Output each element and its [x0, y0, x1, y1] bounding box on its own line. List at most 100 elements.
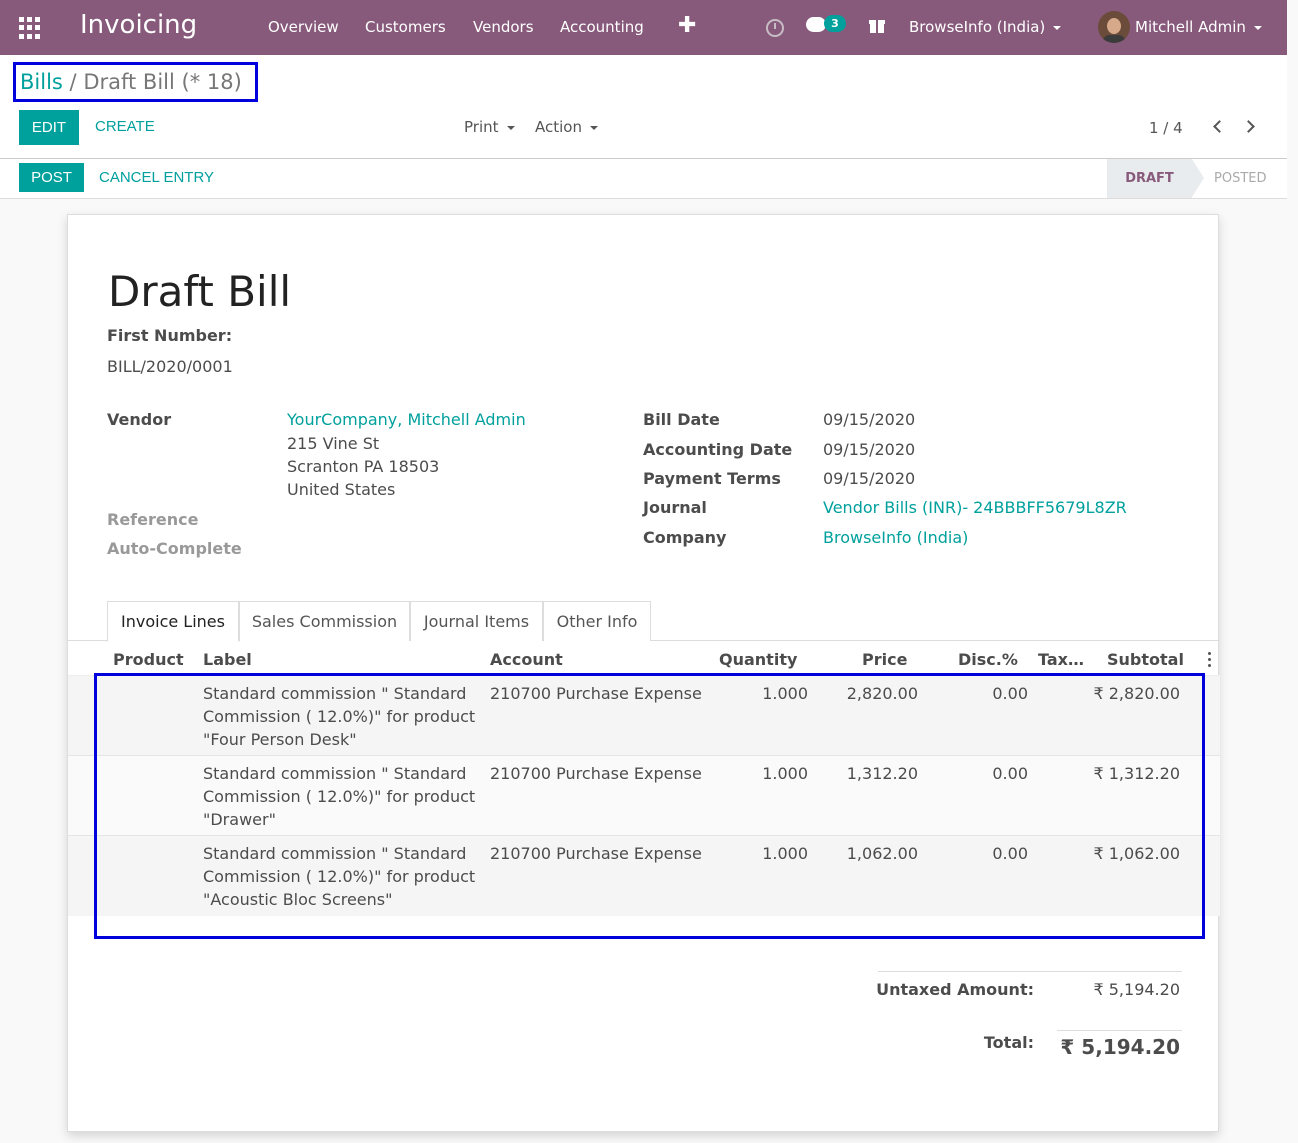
menu-overview[interactable]: Overview [268, 18, 339, 36]
vendor-label: Vendor [107, 410, 172, 429]
chevron-down-icon [506, 125, 515, 130]
untaxed-amount-value: ₹ 5,194.20 [1093, 980, 1180, 999]
first-number-label: First Number: [107, 326, 233, 345]
col-account[interactable]: Account [490, 650, 563, 669]
bill-date-value: 09/15/2020 [823, 410, 916, 429]
row-label-line: "Drawer" [203, 810, 276, 829]
chevron-down-icon [1253, 25, 1262, 30]
row-disc: 0.00 [992, 764, 1028, 783]
chat-icon[interactable] [806, 17, 826, 32]
totals-divider [878, 971, 1182, 972]
company-link[interactable]: BrowseInfo (India) [823, 528, 968, 547]
row-quantity: 1.000 [762, 684, 808, 703]
journal-label: Journal [643, 498, 707, 517]
col-disc[interactable]: Disc.% [958, 650, 1018, 669]
row-label-line: Commission ( 12.0%)" for product [203, 707, 476, 726]
row-subtotal: ₹ 2,820.00 [1093, 684, 1180, 703]
untaxed-amount-label: Untaxed Amount: [876, 980, 1034, 999]
edit-button[interactable]: EDIT [19, 110, 79, 145]
col-price[interactable]: Price [862, 650, 907, 669]
menu-customers[interactable]: Customers [365, 18, 446, 36]
col-tax[interactable]: Tax… [1038, 650, 1084, 669]
first-number-value: BILL/2020/0001 [107, 357, 233, 376]
table-row[interactable]: Standard commission " Standard Commissio… [68, 676, 1220, 756]
tab-sales-commission[interactable]: Sales Commission [239, 601, 410, 641]
chat-count-badge: 3 [824, 15, 846, 32]
row-label-line: Standard commission " Standard [203, 844, 467, 863]
avatar[interactable] [1098, 11, 1130, 43]
gift-icon[interactable] [869, 17, 885, 33]
row-label: Standard commission " Standard Commissio… [203, 762, 475, 831]
app-brand[interactable]: Invoicing [80, 10, 197, 40]
chevron-right-icon[interactable] [1243, 117, 1255, 135]
print-label: Print [464, 118, 499, 136]
breadcrumb: Bills / Draft Bill (* 18) [20, 70, 242, 94]
action-label: Action [535, 118, 582, 136]
apps-menu-icon[interactable] [19, 17, 41, 39]
col-product[interactable]: Product [113, 650, 184, 669]
breadcrumb-separator: / [69, 70, 77, 94]
company-switcher[interactable]: BrowseInfo (India) [909, 18, 1062, 36]
chevron-left-icon[interactable] [1211, 117, 1223, 135]
chevron-down-icon [1053, 25, 1062, 30]
payment-terms-value: 09/15/2020 [823, 469, 916, 488]
status-draft[interactable]: DRAFT [1107, 159, 1204, 198]
row-price: 2,820.00 [846, 684, 918, 703]
menu-accounting[interactable]: Accounting [560, 18, 644, 36]
row-label-line: Commission ( 12.0%)" for product [203, 787, 476, 806]
row-label-line: Commission ( 12.0%)" for product [203, 867, 476, 886]
status-bar: POST CANCEL ENTRY DRAFT POSTED [0, 159, 1287, 199]
breadcrumb-bills-link[interactable]: Bills [20, 70, 63, 94]
table-row[interactable]: Standard commission " Standard Commissio… [68, 756, 1220, 836]
row-disc: 0.00 [992, 684, 1028, 703]
user-name-label: Mitchell Admin [1135, 18, 1246, 36]
column-options-kebab-icon[interactable] [1208, 652, 1212, 668]
status-posted[interactable]: POSTED [1214, 159, 1267, 198]
tab-invoice-lines[interactable]: Invoice Lines [107, 601, 239, 642]
top-navbar: Invoicing Overview Customers Vendors Acc… [0, 0, 1287, 55]
cancel-entry-button[interactable]: CANCEL ENTRY [99, 169, 214, 186]
col-subtotal[interactable]: Subtotal [1107, 650, 1184, 669]
reference-label: Reference [107, 510, 199, 529]
table-row[interactable]: Standard commission " Standard Commissio… [68, 836, 1220, 916]
company-switcher-label: BrowseInfo (India) [909, 18, 1046, 36]
page-title: Draft Bill [108, 267, 292, 316]
vendor-country: United States [287, 480, 396, 499]
chevron-down-icon [589, 125, 598, 130]
pager-value[interactable]: 1 / 4 [1149, 119, 1183, 137]
action-dropdown[interactable]: Action [535, 118, 598, 136]
print-dropdown[interactable]: Print [464, 118, 515, 136]
row-quantity: 1.000 [762, 764, 808, 783]
col-quantity[interactable]: Quantity [719, 650, 797, 669]
total-value: ₹ 5,194.20 [1060, 1035, 1180, 1059]
payment-terms-label: Payment Terms [643, 469, 781, 488]
breadcrumb-current: Draft Bill (* 18) [83, 70, 242, 94]
tab-other-info[interactable]: Other Info [543, 601, 651, 641]
accounting-date-label: Accounting Date [643, 440, 793, 459]
row-price: 1,062.00 [846, 844, 918, 863]
tab-journal-items[interactable]: Journal Items [410, 601, 543, 641]
control-panel: Bills / Draft Bill (* 18) EDIT CREATE Pr… [0, 55, 1287, 159]
quick-create-plus-icon[interactable]: ✚ [678, 13, 696, 38]
row-subtotal: ₹ 1,312.20 [1093, 764, 1180, 783]
form-sheet: Draft Bill First Number: BILL/2020/0001 … [67, 214, 1220, 1132]
menu-vendors[interactable]: Vendors [473, 18, 534, 36]
col-label[interactable]: Label [203, 650, 252, 669]
journal-link[interactable]: Vendor Bills (INR)- 24BBBFF5679L8ZR [823, 498, 1127, 517]
row-label-line: Standard commission " Standard [203, 684, 467, 703]
row-quantity: 1.000 [762, 844, 808, 863]
notebook-tabs: Invoice Lines Sales Commission Journal I… [68, 601, 1220, 642]
row-account: 210700 Purchase Expense [490, 764, 702, 783]
post-button[interactable]: POST [19, 163, 84, 192]
vendor-street: 215 Vine St [287, 434, 380, 453]
row-account: 210700 Purchase Expense [490, 844, 702, 863]
row-subtotal: ₹ 1,062.00 [1093, 844, 1180, 863]
create-button[interactable]: CREATE [95, 118, 155, 135]
user-menu[interactable]: Mitchell Admin [1135, 18, 1262, 36]
company-label: Company [643, 528, 727, 547]
clock-icon[interactable] [766, 19, 784, 37]
row-disc: 0.00 [992, 844, 1028, 863]
vendor-city: Scranton PA 18503 [287, 457, 440, 476]
vendor-link[interactable]: YourCompany, Mitchell Admin [287, 410, 526, 429]
row-label: Standard commission " Standard Commissio… [203, 842, 475, 911]
